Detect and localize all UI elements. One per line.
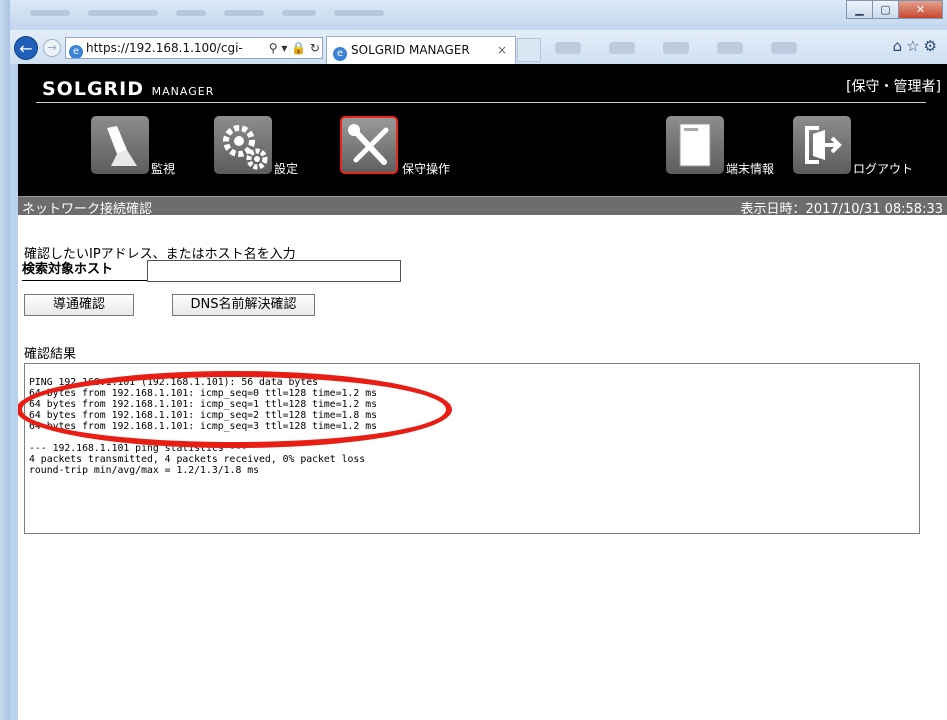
address-text: https://192.168.1.100/cgi- (86, 41, 243, 55)
logo-sub: MANAGER (151, 85, 215, 98)
forward-button[interactable]: → (43, 39, 61, 57)
host-input[interactable] (147, 260, 401, 282)
window-controls: ▁ ▢ ✕ (846, 0, 943, 19)
tab-close-icon[interactable]: × (497, 37, 507, 63)
tools-icon (340, 116, 398, 174)
host-field-label: 検索対象ホスト (22, 260, 147, 281)
maximize-button[interactable]: ▢ (872, 0, 899, 19)
minimize-button[interactable]: ▁ (846, 0, 873, 19)
logout-icon (793, 116, 851, 174)
page-content: SOLGRID MANAGER [保守・管理者] 監視 設定 保守操作 端末情報… (18, 64, 947, 720)
address-actions[interactable]: ⚲ ▾ 🔒 ↻ (266, 38, 320, 58)
window-title-bar: ▁ ▢ ✕ (10, 0, 947, 30)
browser-tab[interactable]: e SOLGRID MANAGER × (326, 36, 516, 64)
dns-check-button[interactable]: DNS名前解決確認 (172, 294, 315, 316)
address-bar[interactable]: e https://192.168.1.100/cgi- ⚲ ▾ 🔒 ↻ (65, 37, 323, 59)
logo-main: SOLGRID (42, 78, 145, 100)
page-status-bar: ネットワーク接続確認 表示日時：2017/10/31 08:58:33 (18, 196, 947, 217)
blurred-title-area (30, 6, 550, 20)
result-line: 4 packets transmitted, 4 packets receive… (29, 454, 366, 465)
back-button[interactable]: ← (14, 36, 38, 60)
new-tab-button[interactable] (517, 38, 541, 62)
browser-nav-bar: ← → e https://192.168.1.100/cgi- ⚲ ▾ 🔒 ↻ … (10, 30, 947, 64)
tab-title: SOLGRID MANAGER (351, 43, 470, 57)
nav-settings-label: 設定 (274, 162, 299, 176)
ie-tab-icon: e (333, 47, 347, 61)
ping-check-button[interactable]: 導通確認 (24, 294, 134, 316)
display-timestamp: 表示日時：2017/10/31 08:58:33 (740, 202, 943, 217)
browser-tool-icons[interactable]: ⌂☆⚙ (893, 37, 941, 55)
nav-logout-label: ログアウト (853, 162, 914, 176)
app-logo: SOLGRID MANAGER (42, 78, 214, 100)
device-icon (666, 116, 724, 174)
flashlight-icon (91, 116, 149, 174)
app-header: SOLGRID MANAGER [保守・管理者] 監視 設定 保守操作 端末情報… (18, 64, 947, 196)
user-role: [保守・管理者] (846, 79, 941, 95)
close-window-button[interactable]: ✕ (898, 0, 943, 19)
result-line: round-trip min/avg/max = 1.2/1.3/1.8 ms (29, 465, 260, 476)
blurred-toolbar (555, 42, 797, 54)
nav-monitor-label: 監視 (151, 162, 176, 176)
header-divider (36, 102, 926, 103)
red-highlight-ellipse (18, 371, 452, 448)
nav-maintenance-label: 保守操作 (402, 162, 451, 176)
result-label: 確認結果 (24, 347, 77, 362)
nav-device-info-label: 端末情報 (726, 162, 775, 176)
page-title: ネットワーク接続確認 (22, 202, 153, 217)
gears-icon (214, 116, 272, 174)
window-frame (0, 0, 10, 720)
ie-page-icon: e (69, 45, 83, 58)
